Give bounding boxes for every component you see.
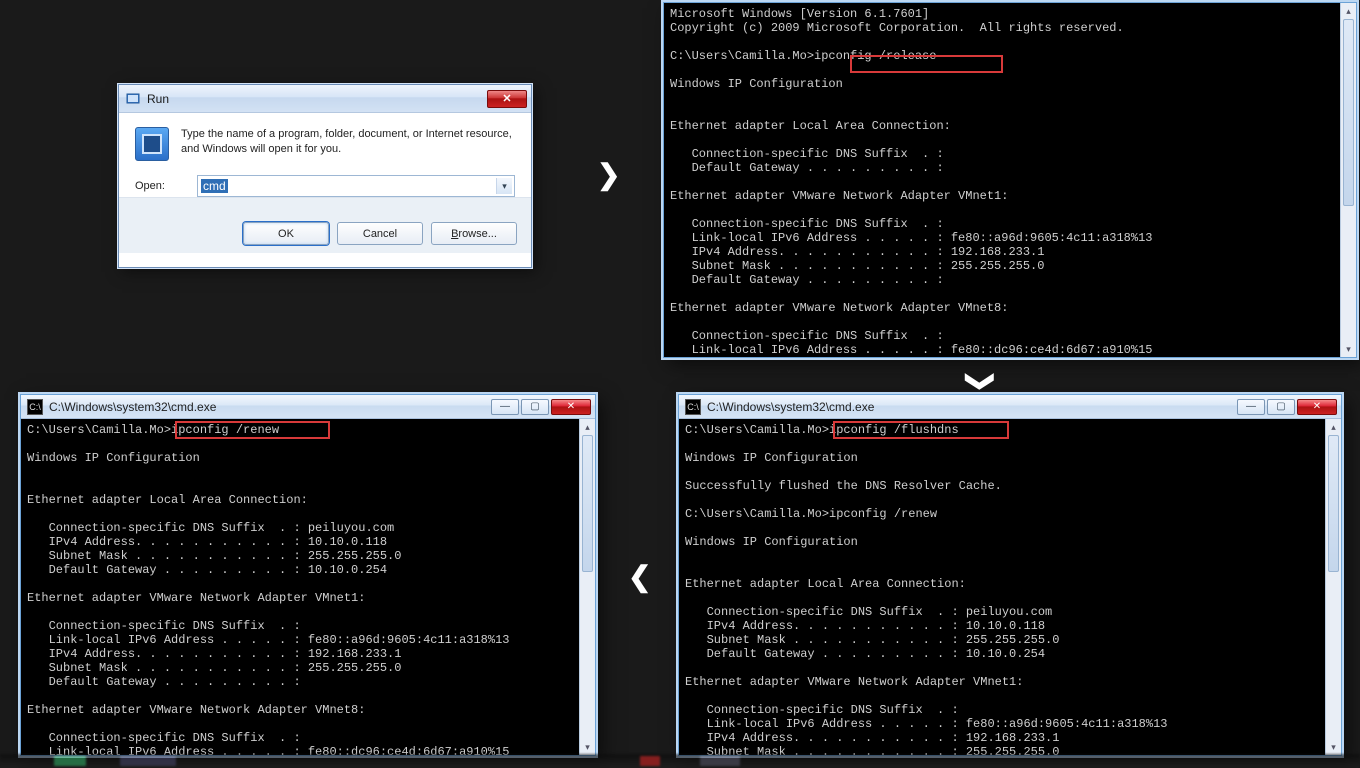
run-dialog: Run ✕ Type the name of a program, folder… bbox=[118, 84, 532, 268]
scroll-track[interactable] bbox=[1341, 19, 1356, 341]
scroll-thumb[interactable] bbox=[1343, 19, 1354, 206]
minimize-button[interactable]: — bbox=[491, 399, 519, 415]
ok-button[interactable]: OK bbox=[243, 222, 329, 245]
scroll-down-icon[interactable]: ▾ bbox=[1326, 739, 1341, 755]
cmd-output-flushdns[interactable]: C:\Users\Camilla.Mo>ipconfig /flushdns W… bbox=[679, 419, 1341, 755]
open-label: Open: bbox=[135, 180, 185, 192]
scrollbar[interactable]: ▴ ▾ bbox=[1340, 3, 1356, 357]
close-button[interactable]: ✕ bbox=[551, 399, 591, 415]
scrollbar[interactable]: ▴ ▾ bbox=[1325, 419, 1341, 755]
open-value: cmd bbox=[201, 179, 228, 193]
cmd-output-release[interactable]: Microsoft Windows [Version 6.1.7601] Cop… bbox=[664, 3, 1356, 357]
scroll-up-icon[interactable]: ▴ bbox=[1326, 419, 1341, 435]
flow-arrow-icon: ❯ bbox=[597, 158, 620, 191]
scroll-up-icon[interactable]: ▴ bbox=[1341, 3, 1356, 19]
run-description: Type the name of a program, folder, docu… bbox=[181, 127, 515, 161]
chevron-down-icon[interactable]: ▾ bbox=[496, 178, 512, 194]
flow-arrow-icon: ❮ bbox=[628, 560, 651, 593]
cmd-icon: C:\ bbox=[27, 399, 43, 415]
cmd-title: C:\Windows\system32\cmd.exe bbox=[49, 400, 216, 414]
cancel-button[interactable]: Cancel bbox=[337, 222, 423, 245]
flow-arrow-icon: ❯ bbox=[965, 370, 998, 393]
scroll-thumb[interactable] bbox=[1328, 435, 1339, 572]
run-title-icon bbox=[125, 91, 141, 107]
maximize-button[interactable]: ▢ bbox=[521, 399, 549, 415]
run-titlebar[interactable]: Run ✕ bbox=[119, 85, 531, 113]
maximize-button[interactable]: ▢ bbox=[1267, 399, 1295, 415]
run-program-icon bbox=[135, 127, 169, 161]
scroll-track[interactable] bbox=[1326, 435, 1341, 739]
cmd-window-renew: C:\ C:\Windows\system32\cmd.exe — ▢ ✕ C:… bbox=[20, 394, 596, 756]
cmd-titlebar[interactable]: C:\ C:\Windows\system32\cmd.exe — ▢ ✕ bbox=[679, 395, 1341, 419]
scroll-down-icon[interactable]: ▾ bbox=[1341, 341, 1356, 357]
cmd-titlebar[interactable]: C:\ C:\Windows\system32\cmd.exe — ▢ ✕ bbox=[21, 395, 595, 419]
scroll-track[interactable] bbox=[580, 435, 595, 739]
cmd-window-flushdns: C:\ C:\Windows\system32\cmd.exe — ▢ ✕ C:… bbox=[678, 394, 1342, 756]
browse-button[interactable]: Browse... bbox=[431, 222, 517, 245]
minimize-button[interactable]: — bbox=[1237, 399, 1265, 415]
cmd-title: C:\Windows\system32\cmd.exe bbox=[707, 400, 874, 414]
cmd-window-release: Microsoft Windows [Version 6.1.7601] Cop… bbox=[663, 2, 1357, 358]
scroll-down-icon[interactable]: ▾ bbox=[580, 739, 595, 755]
run-title: Run bbox=[147, 92, 169, 106]
cmd-output-renew[interactable]: C:\Users\Camilla.Mo>ipconfig /renew Wind… bbox=[21, 419, 595, 755]
taskbar-blur bbox=[0, 754, 1360, 768]
scroll-up-icon[interactable]: ▴ bbox=[580, 419, 595, 435]
cmd-icon: C:\ bbox=[685, 399, 701, 415]
close-button[interactable]: ✕ bbox=[1297, 399, 1337, 415]
close-button[interactable]: ✕ bbox=[487, 90, 527, 108]
open-combobox[interactable]: cmd ▾ bbox=[197, 175, 515, 197]
scrollbar[interactable]: ▴ ▾ bbox=[579, 419, 595, 755]
command-highlight bbox=[833, 421, 1009, 439]
command-highlight bbox=[175, 421, 330, 439]
scroll-thumb[interactable] bbox=[582, 435, 593, 572]
command-highlight bbox=[850, 55, 1003, 73]
